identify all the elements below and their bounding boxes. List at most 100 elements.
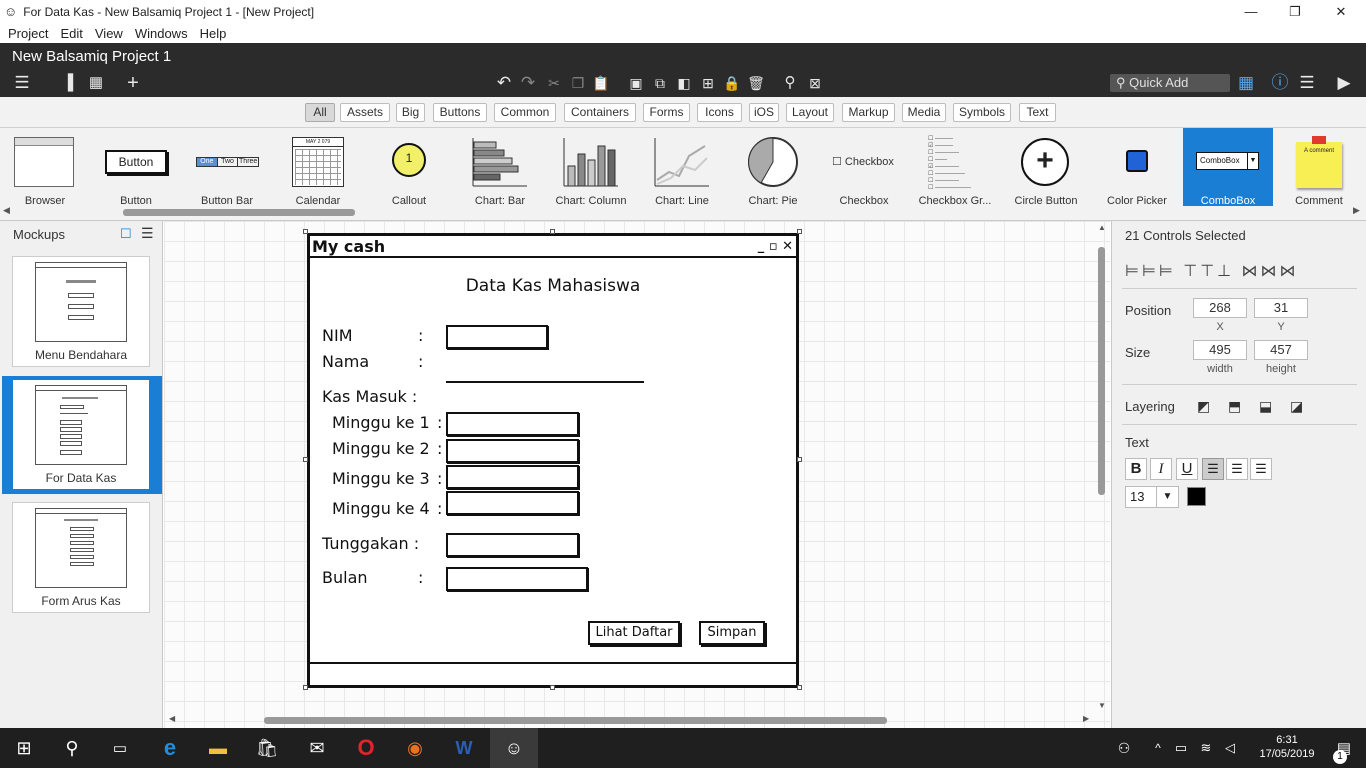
menu-project[interactable]: Project	[8, 26, 48, 41]
nama-underline-field[interactable]	[446, 381, 644, 383]
library-item-color-picker[interactable]: Color Picker	[1092, 128, 1182, 207]
mockup-thumb-for-data-kas[interactable]: For Data Kas	[12, 379, 150, 490]
simpan-button[interactable]: Simpan	[699, 621, 765, 645]
minggu-3-field[interactable]	[446, 465, 579, 489]
mail-icon[interactable]: ✉	[293, 728, 341, 768]
mockup-thumb-form-arus-kas[interactable]: Form Arus Kas	[12, 502, 150, 613]
group-icon[interactable]: ▣	[626, 73, 646, 93]
position-y-input[interactable]: 31	[1254, 298, 1308, 318]
minggu-4-field[interactable]	[446, 491, 579, 515]
trash-icon[interactable]: 🗑	[746, 73, 766, 93]
library-item-callout[interactable]: 1 Callout	[364, 128, 454, 207]
filter-assets[interactable]: Assets	[340, 103, 390, 122]
filter-forms[interactable]: Forms	[643, 103, 690, 122]
distribute-h-icon[interactable]: ⋈	[1242, 263, 1261, 280]
add-icon[interactable]: +	[123, 73, 143, 93]
tunggakan-field[interactable]	[446, 533, 579, 557]
space-icon[interactable]: ⋈	[1280, 263, 1299, 280]
library-item-checkbox[interactable]: ☐ Checkbox Checkbox	[819, 128, 909, 207]
library-scrollbar[interactable]	[123, 209, 355, 216]
filter-markup[interactable]: Markup	[842, 103, 895, 122]
grid-view-icon[interactable]: ▦	[86, 73, 106, 93]
filter-text[interactable]: Text	[1019, 103, 1056, 122]
align-right-icon[interactable]: ⊨	[1159, 263, 1176, 280]
font-size-select[interactable]: 13 ▼	[1125, 486, 1179, 508]
library-item-browser[interactable]: Browser	[0, 128, 90, 207]
arrange-icon[interactable]: ◧	[674, 73, 694, 93]
search-icon[interactable]: ⚲	[48, 728, 96, 768]
task-view-icon[interactable]: ▭	[96, 728, 144, 768]
resize-handle[interactable]	[797, 229, 802, 234]
lock-icon[interactable]: 🔒	[722, 73, 742, 93]
minggu-1-field[interactable]	[446, 412, 579, 436]
word-icon[interactable]: W	[440, 728, 488, 768]
align-center-icon[interactable]: ⊨	[1142, 263, 1159, 280]
mockup-window[interactable]: My cash _ ▫ ✕ Data Kas Mahasiswa NIM : N…	[307, 233, 799, 688]
library-item-chart-line[interactable]: Chart: Line	[637, 128, 727, 207]
library-item-button[interactable]: Button Button	[91, 128, 181, 207]
hamburger-menu-icon[interactable]: ☰	[12, 73, 32, 93]
filter-big[interactable]: Big	[396, 103, 425, 122]
minimize-button[interactable]: —	[1228, 0, 1274, 23]
filter-common[interactable]: Common	[494, 103, 556, 122]
mockup-canvas[interactable]: My cash _ ▫ ✕ Data Kas Mahasiswa NIM : N…	[164, 221, 1110, 728]
horizontal-scrollbar[interactable]	[264, 717, 887, 724]
filter-layout[interactable]: Layout	[786, 103, 834, 122]
people-icon[interactable]: ⚇	[1100, 728, 1148, 768]
position-x-input[interactable]: 268	[1193, 298, 1247, 318]
minggu-2-field[interactable]	[446, 439, 579, 463]
battery-icon[interactable]: ▭	[1170, 728, 1192, 768]
presentation-icon[interactable]: ▶	[1334, 73, 1354, 93]
library-item-chart-bar[interactable]: Chart: Bar	[455, 128, 545, 207]
vertical-scrollbar[interactable]	[1098, 247, 1105, 495]
bold-button[interactable]: B	[1125, 458, 1147, 480]
edge-browser-icon[interactable]: e	[146, 728, 194, 768]
library-item-comment[interactable]: A comment Comment	[1274, 128, 1364, 207]
mockup-thumb-menu-bendahara[interactable]: Menu Bendahara	[12, 256, 150, 367]
align-text-center-icon[interactable]: ☰	[1226, 458, 1248, 480]
align-text-left-icon[interactable]: ☰	[1202, 458, 1224, 480]
filter-all[interactable]: All	[305, 103, 335, 122]
align-left-icon[interactable]: ⊨	[1125, 263, 1142, 280]
close-button[interactable]: ✕	[1318, 0, 1364, 23]
library-item-circle-button[interactable]: + Circle Button	[1001, 128, 1091, 207]
bulan-field[interactable]	[446, 567, 588, 591]
align-top-icon[interactable]: ⊤	[1183, 263, 1200, 280]
library-item-chart-pie[interactable]: Chart: Pie	[728, 128, 818, 207]
copy-icon[interactable]: ❐	[568, 73, 588, 93]
send-backward-icon[interactable]: ⬓	[1259, 398, 1272, 415]
list-view-icon[interactable]: ☰	[141, 225, 154, 242]
width-input[interactable]: 495	[1193, 340, 1247, 360]
library-item-calendar[interactable]: MAY 2 079 Calendar	[273, 128, 363, 207]
close-image-icon[interactable]: ⊠	[805, 73, 825, 93]
resize-handle[interactable]	[797, 685, 802, 690]
filter-icons[interactable]: Icons	[697, 103, 742, 122]
resize-handle[interactable]	[303, 685, 308, 690]
resize-handle[interactable]	[303, 229, 308, 234]
wifi-icon[interactable]: ≋	[1194, 728, 1218, 768]
align-middle-icon[interactable]: ⊤	[1200, 263, 1217, 280]
resize-handle[interactable]	[550, 229, 555, 234]
height-input[interactable]: 457	[1254, 340, 1308, 360]
underline-button[interactable]: U	[1176, 458, 1198, 480]
scroll-up-icon[interactable]: ▲	[1098, 223, 1106, 232]
bring-to-front-icon[interactable]: ◩	[1197, 398, 1210, 415]
firefox-icon[interactable]: ◉	[391, 728, 439, 768]
clock[interactable]: 6:31 17/05/2019	[1252, 733, 1322, 761]
resize-handle[interactable]	[550, 685, 555, 690]
menu-edit[interactable]: Edit	[60, 26, 82, 41]
library-item-chart-column[interactable]: Chart: Column	[546, 128, 636, 207]
resize-handle[interactable]	[303, 457, 308, 462]
scroll-right-icon[interactable]: ▶	[1083, 714, 1089, 723]
library-item-combobox[interactable]: ComboBox ▼ ComboBox	[1183, 128, 1273, 207]
filter-containers[interactable]: Containers	[564, 103, 636, 122]
menu-view[interactable]: View	[95, 26, 123, 41]
cut-icon[interactable]: ✂	[544, 73, 564, 93]
balsamiq-app-icon[interactable]: ☺	[490, 728, 538, 768]
align-text-right-icon[interactable]: ☰	[1250, 458, 1272, 480]
filter-ios[interactable]: iOS	[749, 103, 779, 122]
send-to-back-icon[interactable]: ◪	[1290, 398, 1303, 415]
lihat-daftar-button[interactable]: Lihat Daftar	[588, 621, 680, 645]
start-windows-icon[interactable]: ⊞	[0, 728, 48, 768]
italic-button[interactable]: I	[1150, 458, 1172, 480]
